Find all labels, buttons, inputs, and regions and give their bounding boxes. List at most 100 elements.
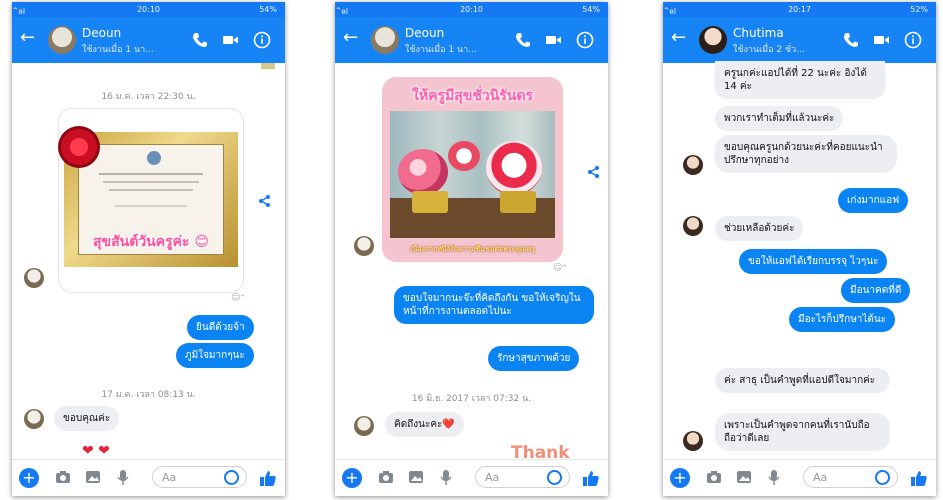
like-icon[interactable]	[258, 468, 278, 488]
back-arrow-icon[interactable]: ←	[343, 29, 358, 47]
share-icon[interactable]	[258, 194, 272, 208]
message-list[interactable]: 16 ม.ค. เวลา 22:30 น. สุขสันต์วันครูค่ะ …	[12, 63, 285, 460]
timestamp: 16 ม.ค. เวลา 22:30 น.	[101, 92, 196, 102]
outgoing-message[interactable]: ภูมิใจมากๆนะ	[176, 343, 254, 368]
reaction-icon[interactable]: ☺⁺	[553, 263, 567, 273]
plus-icon[interactable]: +	[19, 468, 39, 488]
message-list[interactable]: ให้ครูมีสุขชั่วนิรันดร เนื่องจากหนึ่งในค…	[335, 63, 608, 463]
share-icon[interactable]	[587, 165, 601, 179]
sender-avatar[interactable]	[354, 236, 374, 256]
incoming-message[interactable]: ขอบคุณค่ะ	[54, 406, 120, 431]
sender-avatar[interactable]	[683, 216, 703, 236]
card-caption: เนื่องจากหนึ่งในความชื่นชมต่อพระคุณครู	[410, 245, 535, 253]
plus-icon[interactable]: +	[342, 468, 362, 488]
outgoing-message[interactable]: เก่งมากแอฟ	[838, 188, 909, 213]
info-icon[interactable]	[575, 30, 595, 50]
heart-sticker[interactable]: ❤ ❤	[82, 440, 142, 454]
status-bar: ิลl 20:10 54%	[12, 2, 285, 17]
chat-header: ← Chutima ใช้งานเมื่อ 2 ชั่ว...	[663, 17, 936, 63]
outgoing-message[interactable]: มีอนาคตที่ดี	[841, 278, 911, 303]
contact-name[interactable]: Deoun	[405, 26, 444, 40]
incoming-message[interactable]: ขอบคุณครูนกด้วยนะค่ะที่คอยแนะนำ ปรึกษาทุ…	[715, 135, 897, 173]
mic-icon[interactable]	[767, 468, 781, 486]
incoming-message[interactable]: ครูนกค่ะแอปได้ที่ 22 นะค่ะ อิงได้ 14 ค่ะ	[715, 61, 885, 99]
message-input[interactable]: Aa	[803, 466, 898, 488]
camera-icon[interactable]	[377, 468, 395, 486]
incoming-message[interactable]: เพราะเป็นคำพูดจากคนที่เรานับถือ ถือว่าดี…	[715, 413, 890, 451]
certificate-photo[interactable]: สุขสันต์วันครูค่ะ 😊	[58, 126, 238, 267]
status-time: 20:10	[459, 5, 484, 14]
video-icon[interactable]	[220, 30, 240, 50]
contact-name[interactable]: Deoun	[82, 26, 121, 40]
composer-bar: + Aa	[663, 459, 936, 496]
back-arrow-icon[interactable]: ←	[671, 29, 686, 47]
phone-screen-2: ิลl 20:10 54% ← Deoun ใช้งานเมื่อ 1 นา..…	[335, 2, 608, 496]
info-icon[interactable]	[252, 30, 272, 50]
plus-icon[interactable]: +	[670, 468, 690, 488]
battery-level: 52%	[910, 5, 928, 14]
avatar[interactable]	[699, 26, 727, 54]
camera-icon[interactable]	[705, 468, 723, 486]
photo-card[interactable]: สุขสันต์วันครูค่ะ 😊	[58, 108, 244, 293]
message-list[interactable]: ครูนกค่ะแอปได้ที่ 22 นะค่ะ อิงได้ 14 ค่ะ…	[663, 61, 936, 460]
phone-icon[interactable]	[841, 30, 861, 50]
phone-screen-3: ิลl 20:17 52% ← Chutima ใช้งานเมื่อ 2 ชั…	[663, 2, 936, 496]
timestamp: 17 ม.ค. เวลา 08:13 น.	[101, 390, 196, 400]
incoming-message[interactable]: ค่ะ สาธุ เป็นคำพูดที่แอปดีใจมากค่ะ	[715, 368, 890, 393]
sender-avatar[interactable]	[683, 431, 703, 451]
active-status: ใช้งานเมื่อ 1 นา...	[82, 45, 154, 55]
gallery-icon[interactable]	[84, 468, 102, 486]
cut-off-image	[261, 63, 275, 69]
message-input[interactable]: Aa	[152, 466, 247, 488]
status-time: 20:17	[787, 5, 812, 14]
sender-avatar[interactable]	[24, 268, 44, 288]
timestamp: 16 มิ.ย. 2017 เวลา 07:32 น.	[411, 394, 532, 404]
composer-bar: + Aa	[12, 459, 285, 496]
greeting-card-photo[interactable]: ให้ครูมีสุขชั่วนิรันดร เนื่องจากหนึ่งในค…	[382, 77, 563, 262]
message-input[interactable]: Aa	[475, 466, 570, 488]
outgoing-message[interactable]: รักษาสุขภาพด้วย	[488, 346, 580, 371]
status-bar: ิลl 20:10 54%	[335, 2, 608, 17]
emoji-icon[interactable]	[224, 470, 239, 485]
incoming-message[interactable]: คิดถึงนะคะ❤️	[385, 412, 464, 437]
sender-avatar[interactable]	[354, 416, 374, 436]
like-icon[interactable]	[581, 468, 601, 488]
composer-bar: + Aa	[335, 459, 608, 496]
card-title: ให้ครูมีสุขชั่วนิรันดร	[412, 88, 533, 104]
phone-icon[interactable]	[190, 30, 210, 50]
message-placeholder: Aa	[162, 471, 177, 484]
mic-icon[interactable]	[439, 468, 453, 486]
outgoing-message[interactable]: ยินดีด้วยจ้า	[187, 315, 254, 340]
video-icon[interactable]	[543, 30, 563, 50]
outgoing-message[interactable]: ขอบใจมากนะจ๊ะที่คิดถึงกัน ขอให้เจริญในหน…	[394, 286, 594, 324]
gallery-icon[interactable]	[407, 468, 425, 486]
emblem-icon	[147, 151, 161, 165]
info-icon[interactable]	[903, 30, 923, 50]
battery-level: 54%	[259, 5, 277, 14]
avatar[interactable]	[371, 26, 399, 54]
gallery-icon[interactable]	[735, 468, 753, 486]
like-icon[interactable]	[909, 468, 929, 488]
active-status: ใช้งานเมื่อ 1 นา...	[405, 45, 477, 55]
back-arrow-icon[interactable]: ←	[20, 29, 35, 47]
battery-level: 54%	[582, 5, 600, 14]
emoji-icon[interactable]	[547, 470, 562, 485]
incoming-message[interactable]: พวกเราทำเต็มที่แล้วนะค่ะ	[715, 106, 844, 131]
phone-screen-1: ิลl 20:10 54% ← Deoun ใช้งานเมื่อ 1 นา..…	[12, 2, 285, 496]
mic-icon[interactable]	[116, 468, 130, 486]
phone-icon[interactable]	[513, 30, 533, 50]
contact-name[interactable]: Chutima	[733, 26, 784, 40]
avatar[interactable]	[48, 26, 76, 54]
incoming-message[interactable]: ช่วยเหลือด้วยค่ะ	[715, 216, 804, 241]
camera-icon[interactable]	[54, 468, 72, 486]
video-icon[interactable]	[871, 30, 891, 50]
reaction-icon[interactable]: ☺⁺	[231, 293, 245, 303]
photo-caption: สุขสันต์วันครูค่ะ 😊	[93, 234, 209, 250]
status-bar: ิลl 20:17 52%	[663, 2, 936, 17]
outgoing-message[interactable]: มีอะไรก็ปรึกษาได้นะ	[789, 307, 896, 332]
outgoing-message[interactable]: ขอให้แอฟได้เรียกบรรจุ ไวๆนะ	[739, 249, 888, 274]
sender-avatar[interactable]	[24, 409, 44, 429]
chat-header: ← Deoun ใช้งานเมื่อ 1 นา...	[12, 17, 285, 63]
sender-avatar[interactable]	[683, 155, 703, 175]
emoji-icon[interactable]	[875, 470, 890, 485]
